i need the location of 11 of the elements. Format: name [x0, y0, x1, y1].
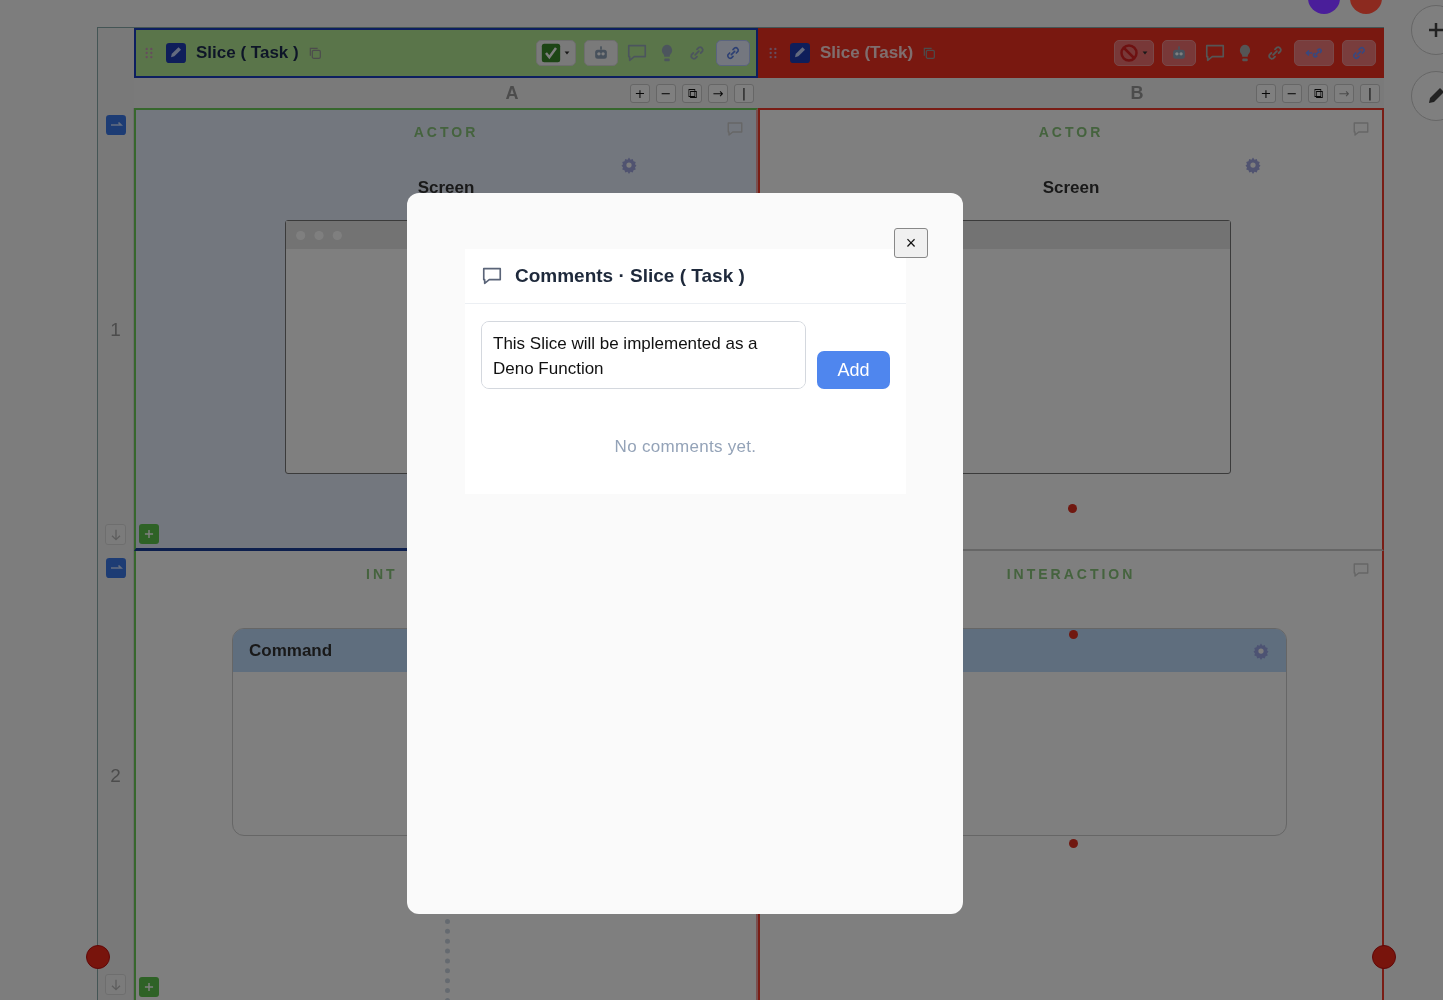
slice-title: Slice (Task)	[820, 43, 914, 63]
dialog-title: Comments · Slice ( Task )	[515, 265, 745, 287]
lane-label: ACTOR	[413, 124, 479, 140]
slice-title: Slice ( Task )	[196, 43, 299, 63]
screen-title: Screen	[1042, 178, 1100, 198]
command-title: Command	[249, 640, 334, 661]
lane-label: INTERACTION	[1006, 566, 1136, 582]
screen-title: Screen	[417, 178, 475, 198]
empty-message: No comments yet.	[613, 437, 758, 457]
lane-label: INT	[366, 566, 398, 582]
lane-label: ACTOR	[1038, 124, 1104, 140]
